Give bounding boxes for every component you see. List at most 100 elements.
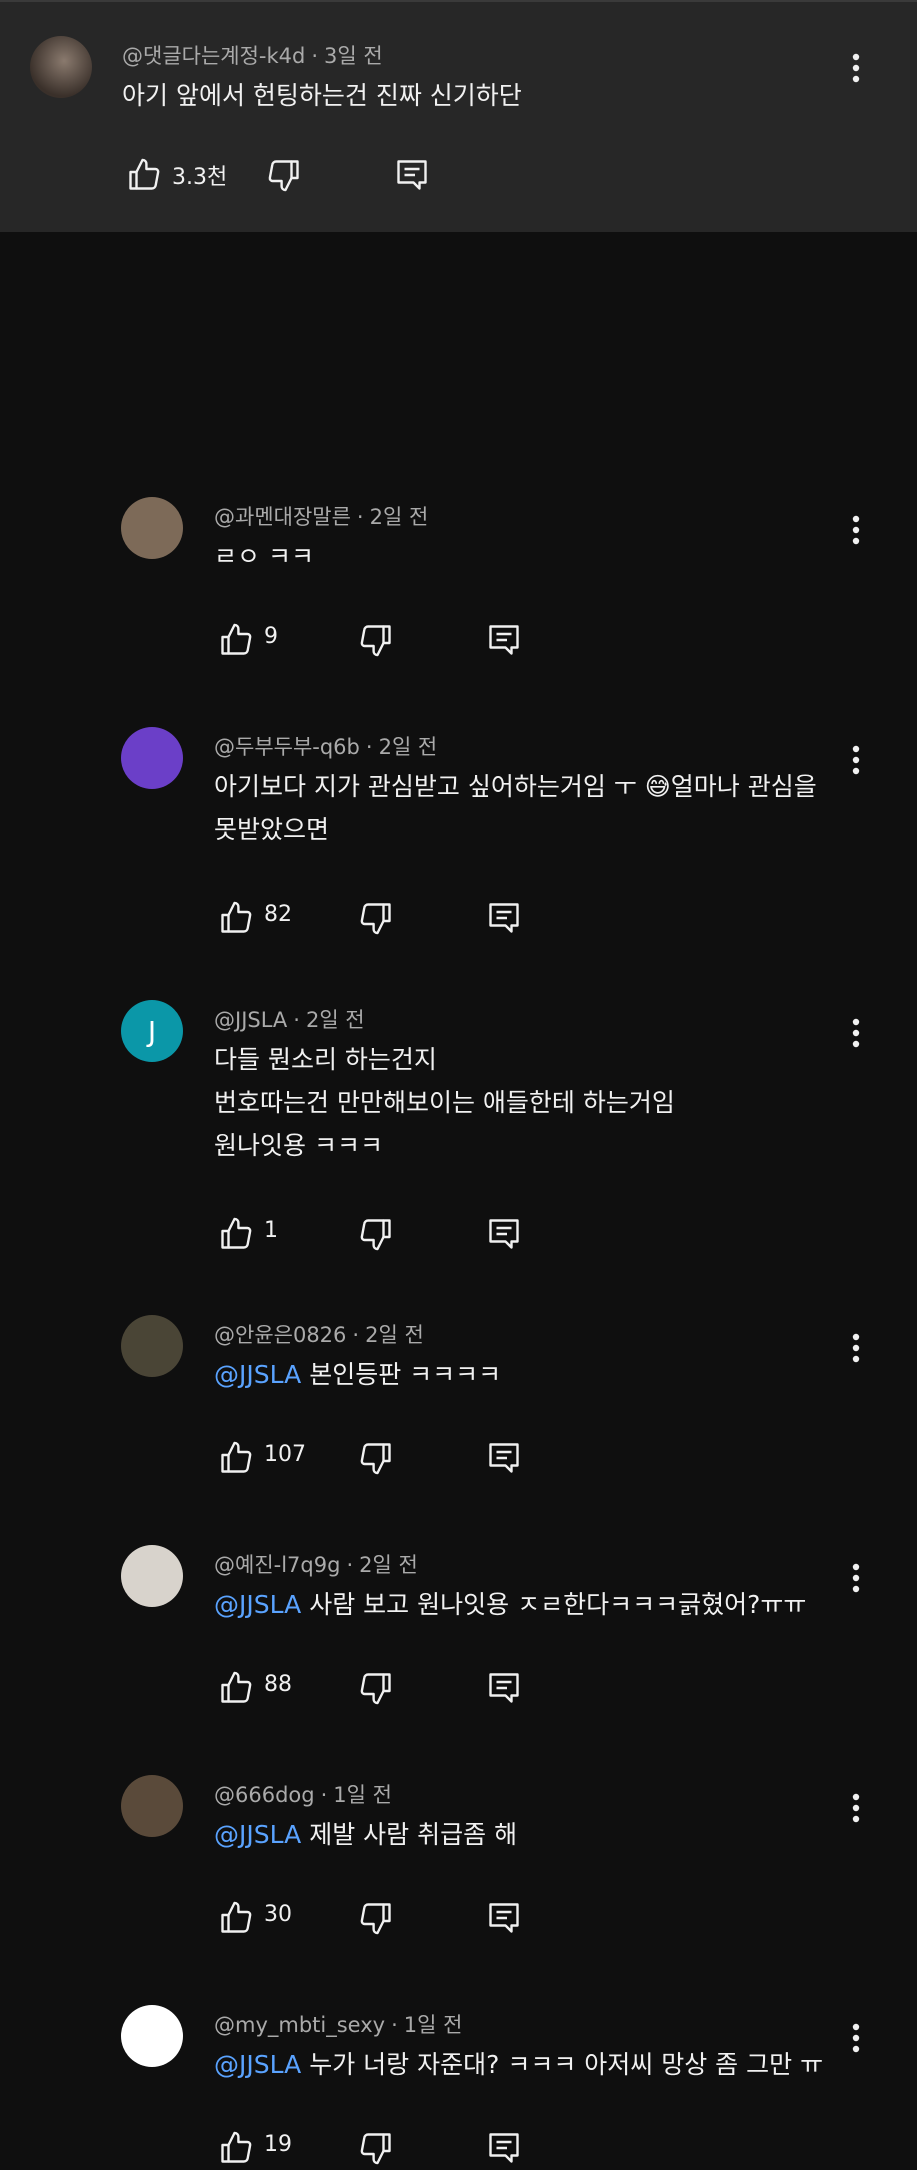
reply-icon	[486, 1670, 522, 1706]
reply-button[interactable]	[482, 1666, 526, 1710]
more-button[interactable]	[838, 1554, 874, 1602]
dislike-button[interactable]	[354, 1896, 398, 1940]
avatar[interactable]	[121, 1545, 183, 1607]
more-button[interactable]	[838, 1009, 874, 1057]
author-name[interactable]: @과멘대장말른	[214, 505, 351, 529]
comment-time: 2일 전	[365, 1323, 424, 1347]
avatar[interactable]	[121, 497, 183, 559]
comment-actions: 3.3천	[122, 153, 442, 197]
more-button[interactable]	[838, 2014, 874, 2062]
like-button[interactable]	[214, 896, 258, 940]
like-count: 3.3천	[172, 165, 228, 190]
avatar[interactable]	[30, 36, 92, 98]
comment-text: @JJSLA 사람 보고 원나잇용 ㅈㄹ한다ㅋㅋㅋ긁혔어?ㅠㅠ	[214, 1583, 806, 1626]
like-button[interactable]	[214, 1896, 258, 1940]
author-name[interactable]: @두부두부-q6b	[214, 735, 360, 759]
comment-line-text: ㄹㅇ ㅋㅋ	[214, 542, 314, 571]
comment-line: 다들 뭔소리 하는건지	[214, 1038, 675, 1081]
comment-line: @JJSLA 누가 너랑 자준대? ㅋㅋㅋ 아저씨 망상 좀 그만 ㅠ	[214, 2043, 823, 2086]
dislike-button[interactable]	[354, 618, 398, 662]
comment-text: @JJSLA 본인등판 ㅋㅋㅋㅋ	[214, 1353, 501, 1396]
comment-actions: 19	[214, 2126, 534, 2170]
comment-time: 2일 전	[369, 505, 429, 529]
avatar[interactable]	[121, 1775, 183, 1837]
author-name[interactable]: @댓글다는계정-k4d	[122, 44, 305, 68]
thumbs-down-icon	[358, 1670, 394, 1706]
author-name[interactable]: @JJSLA	[214, 1008, 287, 1032]
author-name[interactable]: @안윤은0826	[214, 1323, 346, 1347]
thumbs-down-icon	[358, 1900, 394, 1936]
comment-text: 다들 뭔소리 하는건지 번호따는건 만만해보이는 애들한테 하는거임 원나잇용 ㅋㅋ…	[214, 1038, 675, 1167]
more-button[interactable]	[838, 1324, 874, 1372]
dislike-button[interactable]	[354, 1436, 398, 1480]
dislike-button[interactable]	[262, 153, 306, 197]
reply-button[interactable]	[482, 896, 526, 940]
reply-button[interactable]	[482, 618, 526, 662]
thumbs-up-icon	[218, 1216, 254, 1252]
comment-meta: @과멘대장말른 · 2일 전	[214, 505, 429, 529]
more-button[interactable]	[838, 1784, 874, 1832]
more-vert-icon	[852, 53, 860, 83]
thumbs-down-icon	[358, 2130, 394, 2166]
like-button[interactable]	[214, 1212, 258, 1256]
comment-meta: @JJSLA · 2일 전	[214, 1008, 365, 1032]
comment-line: @JJSLA 사람 보고 원나잇용 ㅈㄹ한다ㅋㅋㅋ긁혔어?ㅠㅠ	[214, 1583, 806, 1626]
like-count: 1	[264, 1218, 278, 1243]
avatar[interactable]	[121, 1315, 183, 1377]
comment-time: 2일 전	[305, 1008, 365, 1032]
like-count: 88	[264, 1672, 292, 1697]
thumbs-up-icon	[218, 622, 254, 658]
avatar-letter: J	[147, 1014, 157, 1048]
reply-icon	[486, 1216, 522, 1252]
like-count: 30	[264, 1902, 292, 1927]
comment-meta: @666dog · 1일 전	[214, 1783, 392, 1807]
mention-link[interactable]: @JJSLA	[214, 1590, 301, 1619]
avatar[interactable]: J	[121, 1000, 183, 1062]
dislike-button[interactable]	[354, 1666, 398, 1710]
comment-time: 1일 전	[333, 1783, 392, 1807]
reply-button[interactable]	[482, 1212, 526, 1256]
dislike-button[interactable]	[354, 896, 398, 940]
like-count: 19	[264, 2132, 292, 2157]
reply-button[interactable]	[482, 1436, 526, 1480]
like-button[interactable]	[214, 1666, 258, 1710]
reply-icon	[486, 900, 522, 936]
thumbs-down-icon	[358, 622, 394, 658]
parent-comment: @댓글다는계정-k4d · 3일 전 아기 앞에서 헌팅하는건 진짜 신기하단 3.…	[0, 0, 917, 232]
reply-button[interactable]	[482, 2126, 526, 2170]
more-button[interactable]	[838, 736, 874, 784]
more-button[interactable]	[838, 44, 874, 92]
like-button[interactable]	[214, 2126, 258, 2170]
like-count: 82	[264, 902, 292, 927]
comment-line-text: 원나잇용 ㅋㅋㅋ	[214, 1131, 383, 1160]
comment-text: ㄹㅇ ㅋㅋ	[214, 535, 314, 578]
reply-button[interactable]	[482, 1896, 526, 1940]
comment-line: ㄹㅇ ㅋㅋ	[214, 535, 314, 578]
thumbs-down-icon	[266, 157, 302, 193]
mention-link[interactable]: @JJSLA	[214, 2050, 301, 2079]
author-name[interactable]: @예진-l7q9g	[214, 1553, 340, 1577]
like-button[interactable]	[214, 618, 258, 662]
thumbs-up-icon	[218, 1440, 254, 1476]
more-vert-icon	[852, 1793, 860, 1823]
comment-line-text: 사람 보고 원나잇용 ㅈㄹ한다ㅋㅋㅋ긁혔어?ㅠㅠ	[309, 1590, 807, 1619]
comment-actions: 30	[214, 1896, 534, 1940]
avatar[interactable]	[121, 727, 183, 789]
mention-link[interactable]: @JJSLA	[214, 1360, 301, 1389]
mention-link[interactable]: @JJSLA	[214, 1820, 301, 1849]
reply-button[interactable]	[390, 153, 434, 197]
author-name[interactable]: @my_mbti_sexy	[214, 2013, 385, 2037]
reply-icon	[486, 1440, 522, 1476]
like-button[interactable]	[214, 1436, 258, 1480]
comment-meta: @댓글다는계정-k4d · 3일 전	[122, 44, 383, 68]
dislike-button[interactable]	[354, 2126, 398, 2170]
avatar[interactable]	[121, 2005, 183, 2067]
comment-line-text: 본인등판 ㅋㅋㅋㅋ	[309, 1360, 502, 1389]
author-name[interactable]: @666dog	[214, 1783, 315, 1807]
more-vert-icon	[852, 745, 860, 775]
dislike-button[interactable]	[354, 1212, 398, 1256]
more-button[interactable]	[838, 506, 874, 554]
reply-icon	[486, 1900, 522, 1936]
like-button[interactable]	[122, 153, 166, 197]
comment-actions: 1	[214, 1212, 534, 1256]
